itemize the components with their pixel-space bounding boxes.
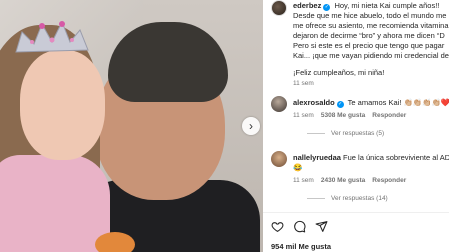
photo-toy: [95, 232, 135, 252]
share-button[interactable]: [315, 220, 328, 238]
share-icon: [315, 221, 328, 232]
caption-line-6: Kai... ¡que me vayan pidiendo mi credenc…: [293, 51, 449, 60]
view-replies-label: Ver respuestas (14): [331, 195, 388, 202]
author-username[interactable]: ederbez: [293, 1, 321, 10]
photo-girl-dress: [0, 155, 110, 252]
comment-username[interactable]: nallelyruedaa: [293, 153, 341, 162]
post-photo[interactable]: [0, 0, 263, 252]
comment-avatar[interactable]: [271, 96, 287, 112]
caption-line-5: Pero si este es el precio que tengo que …: [293, 41, 445, 50]
view-replies-button[interactable]: Ver respuestas (14): [307, 195, 388, 202]
comment-body: Te amamos Kai!: [347, 98, 402, 107]
heart-icon: [271, 222, 284, 232]
comment-avatar[interactable]: [271, 151, 287, 167]
likes-count[interactable]: 954 mil Me gusta: [271, 242, 331, 251]
comment-text: alexrosaldo✓ Te amamos Kai! 👏🏼👏🏼👏🏼👏🏼❤️❤️: [293, 98, 449, 108]
comment-time: 11 sem: [293, 177, 314, 184]
caption-line-1: Hoy, mi nieta Kai cumple años!!: [334, 1, 440, 10]
comment-username[interactable]: alexrosaldo: [293, 98, 335, 107]
caption-line-3: me ofrece su asiento, me recomienda vita…: [293, 21, 449, 30]
comment-meta: 11 sem 5308 Me gusta Responder: [293, 112, 413, 119]
author-avatar[interactable]: [271, 0, 287, 16]
verified-badge-icon: ✓: [323, 4, 331, 11]
view-replies-button[interactable]: Ver respuestas (5): [307, 130, 384, 137]
caption-line-2: Desde que me hice abuelo, todo el mundo …: [293, 11, 447, 20]
comment-time: 11 sem: [293, 112, 314, 119]
comment-likes[interactable]: 5308 Me gusta: [321, 112, 365, 119]
caption-text: ederbez ✓ Hoy, mi nieta Kai cumple años!!…: [293, 1, 449, 61]
comment-meta: 11 sem 2430 Me gusta Responder: [293, 177, 413, 184]
comment-button[interactable]: [293, 220, 306, 238]
replies-line: [307, 197, 325, 199]
chevron-right-icon: ›: [249, 119, 253, 133]
comment-emojis: 😂: [293, 163, 303, 172]
actions-divider: [263, 212, 449, 213]
comment-icon: [294, 220, 306, 233]
view-replies-label: Ver respuestas (5): [331, 130, 385, 137]
reply-button[interactable]: Responder: [372, 112, 406, 119]
like-button[interactable]: [271, 220, 284, 238]
comment-emojis: 👏🏼👏🏼👏🏼👏🏼❤️❤️: [403, 98, 449, 107]
comment-likes[interactable]: 2430 Me gusta: [321, 177, 365, 184]
comments-panel: ederbez ✓ Hoy, mi nieta Kai cumple años!!…: [263, 0, 449, 252]
replies-line: [307, 132, 325, 134]
caption-closing: ¡Feliz cumpleaños, mi niña!: [293, 68, 385, 77]
photo-girl-face: [20, 50, 105, 160]
reply-button[interactable]: Responder: [372, 177, 406, 184]
comment-text: nallelyruedaa Fue la única sobreviviente…: [293, 153, 449, 173]
verified-badge-icon: ✓: [336, 101, 344, 108]
next-photo-button[interactable]: ›: [242, 117, 260, 135]
tiara-graphic: [15, 20, 89, 53]
post-actions: [271, 220, 328, 238]
caption-line-4: dejaron de decirme “bro” y ahora me dice…: [293, 31, 445, 40]
comment-body: Fue la única sobreviviente al AD: [343, 153, 449, 162]
caption-time: 11 sem: [293, 80, 314, 87]
